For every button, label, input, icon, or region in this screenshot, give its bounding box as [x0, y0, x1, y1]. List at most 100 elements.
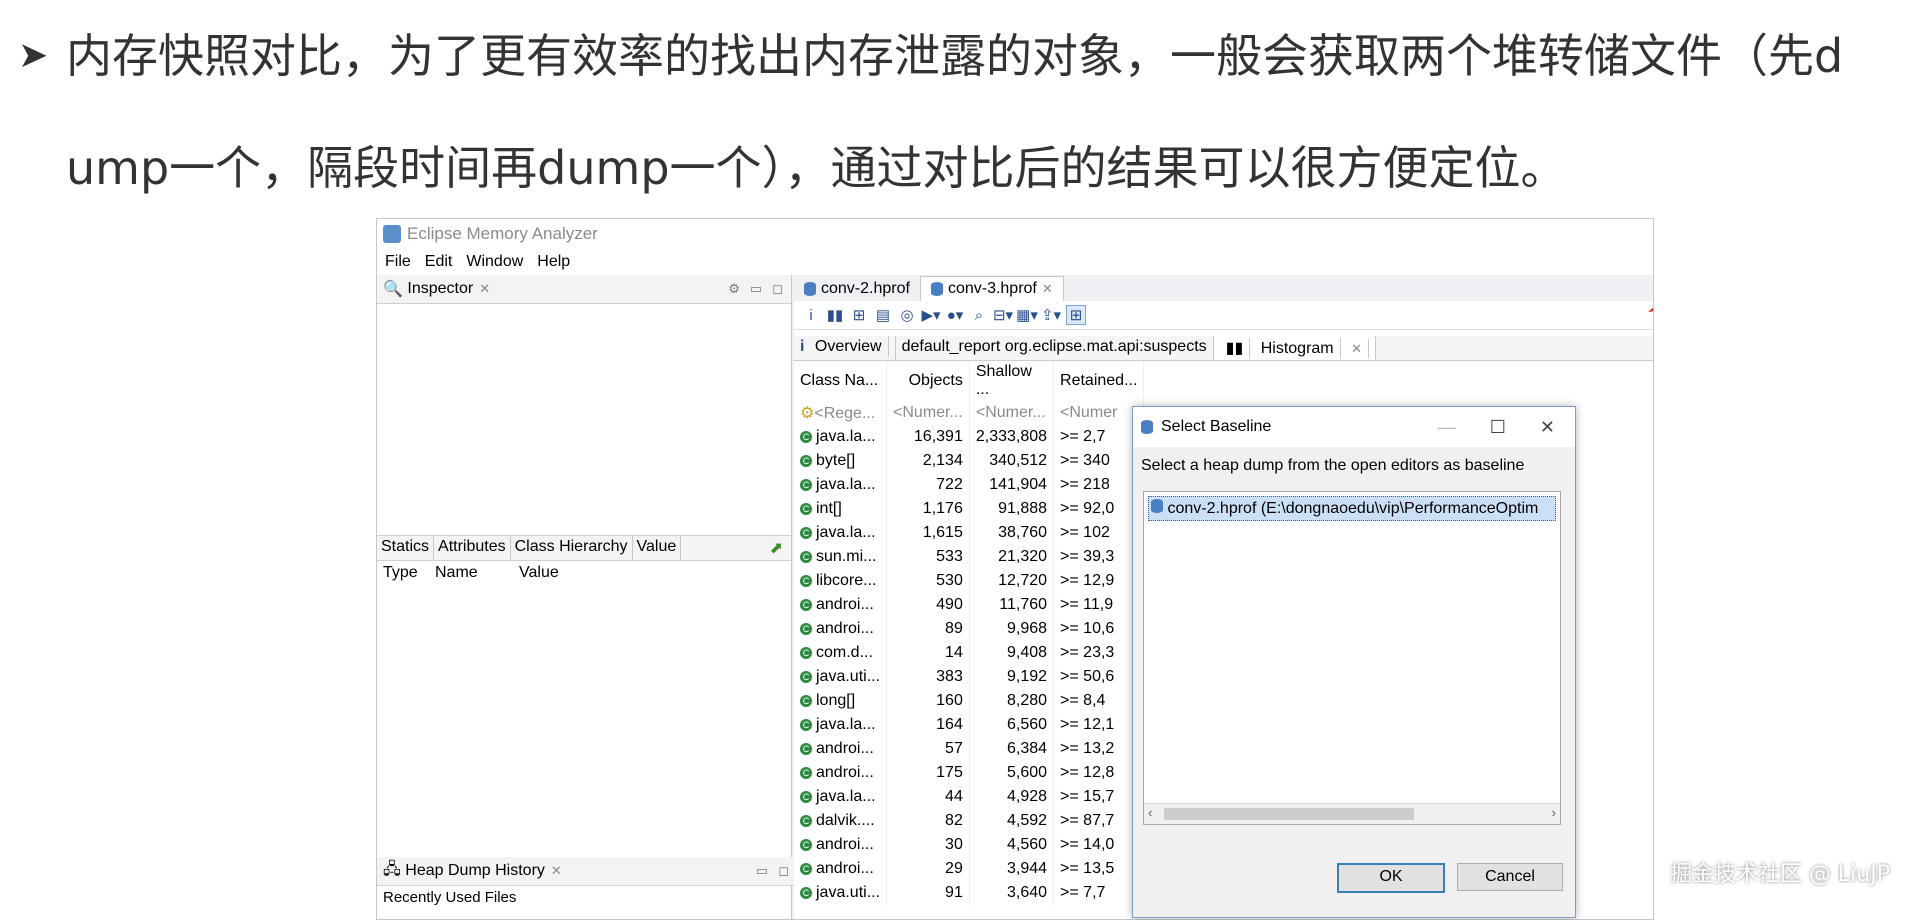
run-report-icon[interactable]: ▶▾: [921, 306, 940, 324]
table-row[interactable]: Cdalvik.... 82 4,592 >= 87,7: [794, 809, 1145, 833]
table-row[interactable]: Cbyte[] 2,134 340,512 >= 340: [794, 449, 1145, 473]
editor-tab-conv2[interactable]: conv-2.hprof: [794, 277, 920, 301]
tab-default-report[interactable]: default_report org.eclipse.mat.api:suspe…: [896, 336, 1214, 360]
table-row[interactable]: Candroi... 29 3,944 >= 13,5: [794, 857, 1145, 881]
editor-tab-label: conv-2.hprof: [821, 280, 910, 297]
cell-shallow-heap: 3,640: [969, 881, 1055, 905]
query-browser-icon[interactable]: ●▾: [946, 306, 964, 324]
cell-retained-heap: >= 12,1: [1053, 713, 1145, 737]
filter-objects[interactable]: <Numer...: [886, 401, 970, 425]
group-icon[interactable]: ⊟▾: [993, 306, 1013, 324]
close-icon[interactable]: ✕: [551, 863, 562, 879]
col-retained-heap[interactable]: Retained...: [1053, 361, 1145, 401]
col-objects[interactable]: Objects: [886, 361, 970, 401]
scroll-thumb[interactable]: [1164, 808, 1414, 820]
editor-tab-conv3[interactable]: conv-3.hprof ✕: [919, 276, 1064, 301]
table-row[interactable]: Candroi... 175 5,600 >= 12,8: [794, 761, 1145, 785]
tab-overview[interactable]: i Overview: [794, 336, 896, 360]
tab-histogram[interactable]: ▮▮ Histogram ✕: [1213, 336, 1376, 360]
col-value[interactable]: Value: [513, 560, 565, 586]
cell-class-name: Cjava.la...: [794, 521, 888, 545]
table-row[interactable]: Cjava.la... 722 141,904 >= 218: [794, 473, 1145, 497]
table-row[interactable]: Cjava.uti... 383 9,192 >= 50,6: [794, 665, 1145, 689]
filter-shallow[interactable]: <Numer...: [969, 401, 1055, 425]
filter-class-name[interactable]: ⚙<Rege...: [794, 401, 888, 425]
menu-file[interactable]: File: [385, 253, 411, 271]
cell-objects: 89: [886, 617, 970, 641]
maximize-icon[interactable]: ◻: [772, 281, 783, 297]
heap-dump-history-tab[interactable]: 🖧 Heap Dump History ✕ ▭ ◻: [377, 857, 797, 886]
scroll-left-icon[interactable]: ‹: [1148, 805, 1152, 820]
cell-class-name: Clong[]: [794, 689, 888, 713]
tab-value[interactable]: Value: [633, 536, 682, 560]
filter-retained[interactable]: <Numer: [1053, 401, 1145, 425]
heap-dump-icon: [930, 282, 943, 296]
histogram-icon[interactable]: ▮▮: [826, 306, 844, 324]
table-row[interactable]: Csun.mi... 533 21,320 >= 39,3: [794, 545, 1145, 569]
menu-edit[interactable]: Edit: [425, 253, 453, 271]
cancel-button[interactable]: Cancel: [1457, 863, 1563, 891]
ok-button[interactable]: OK: [1337, 863, 1445, 893]
class-icon: C: [800, 526, 812, 539]
close-icon[interactable]: ✕: [1540, 417, 1555, 438]
oql-icon[interactable]: ▤: [874, 306, 892, 324]
thread-icon[interactable]: ◎: [898, 306, 916, 324]
table-row[interactable]: Cjava.la... 164 6,560 >= 12,1: [794, 713, 1145, 737]
inspector-view-tab[interactable]: 🔍 Inspector ✕ ⚙ ▭ ◻: [377, 275, 791, 304]
table-row[interactable]: Candroi... 490 11,760 >= 11,9: [794, 593, 1145, 617]
minimize-icon[interactable]: —: [1438, 417, 1456, 438]
close-icon[interactable]: ✕: [1345, 339, 1369, 358]
cell-objects: 30: [886, 833, 970, 857]
class-icon: C: [800, 670, 812, 683]
table-row[interactable]: Clibcore... 530 12,720 >= 12,9: [794, 569, 1145, 593]
table-row[interactable]: Cjava.uti... 91 3,640 >= 7,7: [794, 881, 1145, 905]
filter-row[interactable]: ⚙<Rege... <Numer... <Numer... <Numer: [794, 401, 1145, 425]
info-icon[interactable]: i: [802, 306, 820, 324]
maximize-icon[interactable]: ☐: [1490, 417, 1506, 438]
tab-class-hierarchy[interactable]: Class Hierarchy: [511, 536, 633, 560]
dominator-tree-icon[interactable]: ⊞: [850, 306, 868, 324]
cell-shallow-heap: 141,904: [969, 473, 1055, 497]
cell-retained-heap: >= 12,9: [1053, 569, 1145, 593]
tab-statics[interactable]: Statics: [377, 536, 435, 560]
cell-retained-heap: >= 50,6: [1053, 665, 1145, 689]
close-icon[interactable]: ✕: [479, 281, 490, 297]
cell-class-name: Candroi...: [794, 617, 888, 641]
scroll-right-icon[interactable]: ›: [1552, 805, 1556, 820]
menu-window[interactable]: Window: [466, 253, 523, 271]
tab-attributes[interactable]: Attributes: [434, 536, 511, 560]
pin-icon[interactable]: ⬈: [766, 536, 791, 560]
calculate-icon[interactable]: ▦▾: [1016, 306, 1038, 324]
table-row[interactable]: Cjava.la... 16,391 2,333,808 >= 2,7: [794, 425, 1145, 449]
table-row[interactable]: Cjava.la... 1,615 38,760 >= 102: [794, 521, 1145, 545]
table-row[interactable]: Ccom.d... 14 9,408 >= 23,3: [794, 641, 1145, 665]
table-row[interactable]: Cjava.la... 44 4,928 >= 15,7: [794, 785, 1145, 809]
col-shallow-heap[interactable]: Shallow ...: [969, 361, 1055, 401]
list-item[interactable]: conv-2.hprof (E:\dongnaoedu\vip\Performa…: [1148, 496, 1556, 521]
cell-objects: 14: [886, 641, 970, 665]
dialog-app-icon: [1141, 420, 1153, 434]
minimize-icon[interactable]: ▭: [756, 863, 768, 879]
pin-view-icon[interactable]: ⚙: [728, 281, 740, 297]
table-row[interactable]: Candroi... 57 6,384 >= 13,2: [794, 737, 1145, 761]
table-row[interactable]: Candroi... 30 4,560 >= 14,0: [794, 833, 1145, 857]
cell-retained-heap: >= 340: [1053, 449, 1145, 473]
maximize-icon[interactable]: ◻: [778, 863, 789, 879]
heap-dump-list[interactable]: conv-2.hprof (E:\dongnaoedu\vip\Performa…: [1143, 491, 1561, 825]
cell-objects: 1,615: [886, 521, 970, 545]
col-class-name[interactable]: Class Na...: [794, 361, 888, 401]
compare-to-baseline-icon[interactable]: ⊞: [1066, 305, 1086, 325]
table-row[interactable]: Cint[] 1,176 91,888 >= 92,0: [794, 497, 1145, 521]
col-type[interactable]: Type: [377, 560, 429, 586]
minimize-icon[interactable]: ▭: [750, 281, 762, 297]
table-row[interactable]: Candroi... 89 9,968 >= 10,6: [794, 617, 1145, 641]
export-icon[interactable]: ⇪▾: [1041, 306, 1061, 324]
col-name[interactable]: Name: [429, 560, 513, 586]
cell-shallow-heap: 11,760: [969, 593, 1055, 617]
menu-help[interactable]: Help: [537, 253, 570, 271]
close-icon[interactable]: ✕: [1042, 281, 1053, 297]
table-row[interactable]: Clong[] 160 8,280 >= 8,4: [794, 689, 1145, 713]
horizontal-scrollbar[interactable]: ‹ ›: [1144, 803, 1560, 824]
search-icon[interactable]: ⌕: [970, 306, 988, 324]
cell-objects: 533: [886, 545, 970, 569]
